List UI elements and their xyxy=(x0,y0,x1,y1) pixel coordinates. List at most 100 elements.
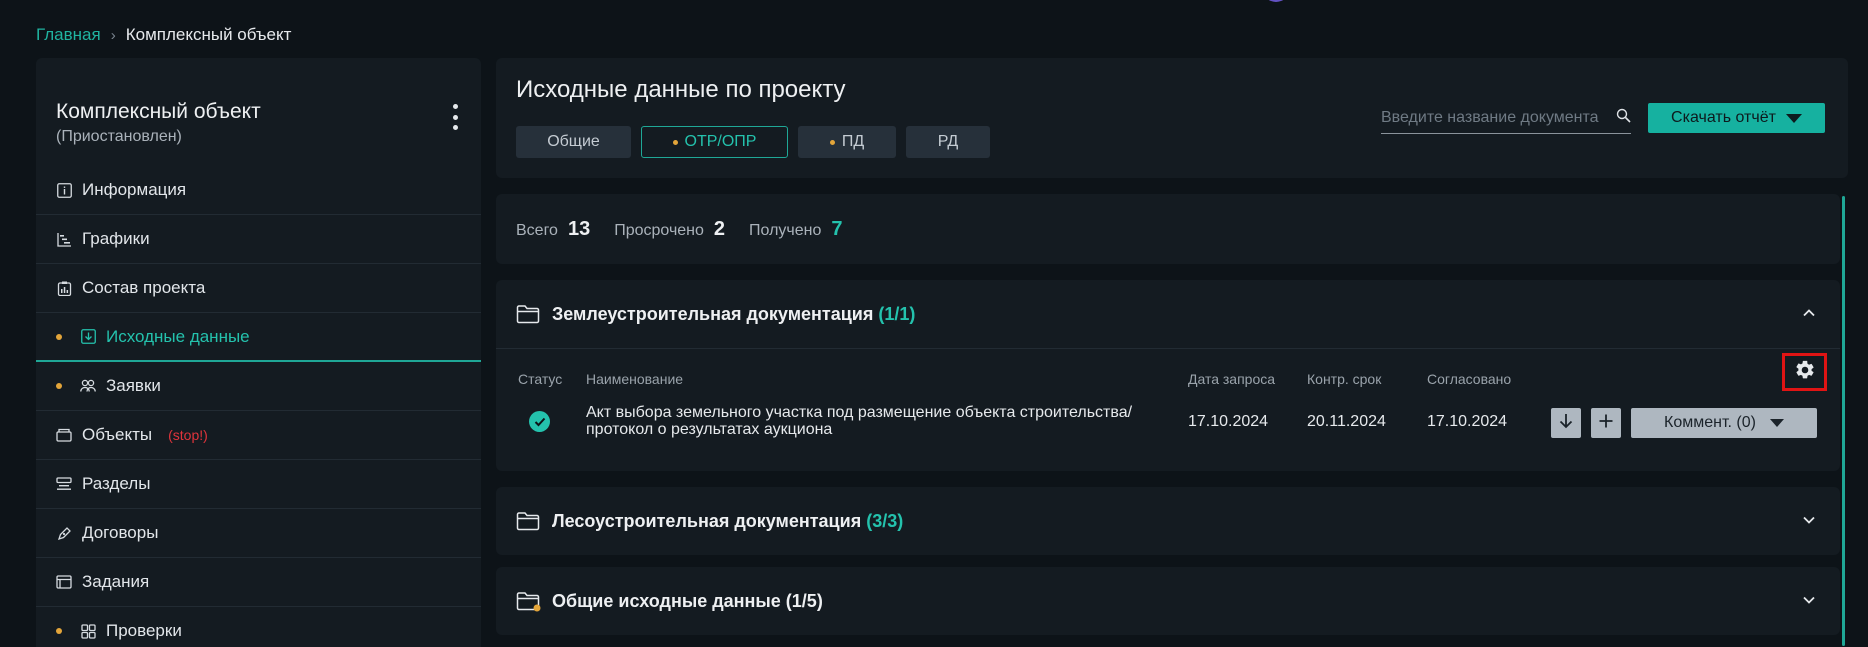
scrollbar[interactable] xyxy=(1842,196,1845,646)
tab-bar: Общие ОТР/ОПР ПД РД xyxy=(516,126,990,158)
status-dot xyxy=(56,333,62,340)
document-name-line: протокол о результатах аукциона xyxy=(586,421,833,438)
arrow-down-icon xyxy=(1559,413,1573,434)
tab-otr-opr[interactable]: ОТР/ОПР xyxy=(641,126,788,158)
tab-rd[interactable]: РД xyxy=(906,126,990,158)
column-header-request-date: Дата запроса xyxy=(1188,371,1276,387)
sidebar-item-label: Исходные данные xyxy=(106,326,250,346)
caret-down-icon xyxy=(1785,113,1802,123)
gear-icon xyxy=(1794,359,1816,386)
stat-label: Получено xyxy=(749,221,822,239)
sidebar-item-label: Объекты xyxy=(82,425,153,444)
sidebar-item-label: Состав проекта xyxy=(82,278,206,297)
sidebar-item-label: Разделы xyxy=(82,474,151,493)
section-header[interactable]: Лесоустроительная документация (3/3) xyxy=(496,487,1840,555)
top-decoration xyxy=(1262,0,1290,2)
breadcrumb-home-link[interactable]: Главная xyxy=(36,25,101,45)
page-title: Исходные данные по проекту xyxy=(516,76,846,103)
sidebar-item-objects[interactable]: Объекты (stop!) xyxy=(36,411,481,460)
folder-icon xyxy=(516,511,540,531)
info-icon xyxy=(56,182,72,198)
stats-bar: Всего 13 Просрочено 2 Получено 7 xyxy=(496,194,1840,264)
search-icon[interactable] xyxy=(1616,108,1631,128)
comments-label: Коммент. (0) xyxy=(1664,414,1756,431)
tab-pd[interactable]: ПД xyxy=(798,126,896,158)
column-header-name: Наименование xyxy=(586,371,684,387)
grid-icon xyxy=(80,623,96,639)
deadline-date: 20.11.2024 xyxy=(1307,413,1386,430)
section-count: (3/3) xyxy=(866,510,904,531)
sidebar: Комплексный объект (Приостановлен) Инфор… xyxy=(36,58,481,647)
pen-icon xyxy=(56,525,72,541)
comments-dropdown-button[interactable]: Коммент. (0) xyxy=(1631,408,1817,438)
chevron-down-icon[interactable] xyxy=(1802,593,1816,607)
tab-label: Общие xyxy=(547,133,600,150)
people-icon xyxy=(80,378,96,394)
section-title: Землеустроительная документация xyxy=(552,303,874,324)
table-settings-button[interactable] xyxy=(1782,353,1827,391)
folder-icon xyxy=(516,304,540,324)
approved-date: 17.10.2024 xyxy=(1427,413,1508,430)
sidebar-item-info[interactable]: Информация xyxy=(36,166,481,215)
add-button[interactable] xyxy=(1591,408,1621,438)
download-box-icon xyxy=(80,329,96,345)
stat-total: Всего 13 xyxy=(516,218,590,241)
section-general-source-data: Общие исходные данные (1/5) xyxy=(496,567,1840,635)
sidebar-item-charts[interactable]: Графики xyxy=(36,215,481,264)
column-header-deadline: Контр. срок xyxy=(1307,371,1382,387)
sidebar-item-contracts[interactable]: Договоры xyxy=(36,509,481,558)
section-forest-docs: Лесоустроительная документация (3/3) xyxy=(496,487,1840,555)
tab-label: РД xyxy=(937,133,959,150)
clipboard-chart-icon xyxy=(56,280,72,296)
stop-badge: (stop!) xyxy=(168,427,208,443)
section-land-docs: Землеустроительная документация (1/1) Ст… xyxy=(496,280,1840,471)
page-header: Исходные данные по проекту Общие ОТР/ОПР… xyxy=(496,58,1848,178)
download-button[interactable] xyxy=(1551,408,1581,438)
status-dot xyxy=(829,139,835,145)
chevron-down-icon[interactable] xyxy=(1802,513,1816,527)
sidebar-item-label: Задания xyxy=(82,572,150,591)
project-title: Комплексный объект xyxy=(56,100,261,123)
chevron-up-icon[interactable] xyxy=(1802,306,1816,320)
sidebar-menu: Информация Графики Состав проекта Исходн… xyxy=(36,166,481,647)
download-report-button[interactable]: Скачать отчёт xyxy=(1648,103,1825,133)
check-circle-icon xyxy=(529,411,550,432)
box-icon xyxy=(56,427,72,443)
caret-down-icon xyxy=(1769,419,1784,427)
stat-label: Всего xyxy=(516,221,558,239)
document-name[interactable]: Акт выбора земельного участка под размещ… xyxy=(586,404,1166,438)
section-count: (1/5) xyxy=(785,590,823,611)
search-input[interactable] xyxy=(1381,108,1606,127)
sidebar-item-source-data[interactable]: Исходные данные xyxy=(36,313,481,362)
status-dot xyxy=(56,383,62,389)
column-header-approved: Согласовано xyxy=(1427,371,1512,387)
stat-value: 7 xyxy=(831,217,843,240)
tab-label: ОТР/ОПР xyxy=(684,133,757,150)
gantt-icon xyxy=(56,231,72,247)
tab-general[interactable]: Общие xyxy=(516,126,631,158)
stat-value: 2 xyxy=(713,217,726,240)
plus-icon xyxy=(1599,414,1613,433)
sidebar-item-tasks[interactable]: Задания xyxy=(36,558,481,607)
project-header: Комплексный объект (Приостановлен) xyxy=(56,100,261,146)
sidebar-item-label: Графики xyxy=(82,229,150,248)
sidebar-item-sections[interactable]: Разделы xyxy=(36,460,481,509)
stat-label: Просрочено xyxy=(614,221,704,239)
sidebar-item-project-structure[interactable]: Состав проекта xyxy=(36,264,481,313)
section-title: Лесоустроительная документация xyxy=(552,510,862,531)
more-options-icon[interactable] xyxy=(451,104,459,130)
status-dot xyxy=(56,628,62,634)
section-header[interactable]: Общие исходные данные (1/5) xyxy=(496,567,1840,635)
sidebar-item-label: Договоры xyxy=(82,523,159,542)
tab-label: ПД xyxy=(841,133,865,150)
section-header[interactable]: Землеустроительная документация (1/1) xyxy=(496,280,1840,348)
documents-table: Статус Наименование Дата запроса Контр. … xyxy=(496,349,1840,473)
document-name-line: Акт выбора земельного участка под размещ… xyxy=(586,404,1133,421)
sidebar-item-requests[interactable]: Заявки xyxy=(36,362,481,411)
tasks-icon xyxy=(56,574,72,590)
sidebar-item-checks[interactable]: Проверки xyxy=(36,607,481,647)
document-search xyxy=(1381,102,1631,134)
stat-received: Получено 7 xyxy=(749,218,842,241)
folder-icon xyxy=(516,591,541,612)
request-date: 17.10.2024 xyxy=(1188,413,1269,430)
